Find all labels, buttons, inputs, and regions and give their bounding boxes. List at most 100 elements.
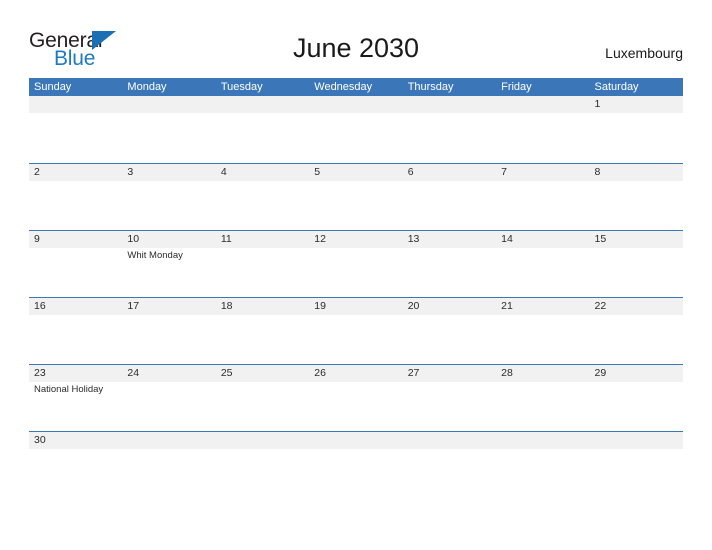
day-cell[interactable] bbox=[216, 96, 309, 162]
day-cell[interactable] bbox=[403, 432, 496, 498]
day-cell[interactable] bbox=[403, 96, 496, 162]
day-cell[interactable]: 2 bbox=[29, 164, 122, 230]
day-number: 16 bbox=[34, 300, 46, 312]
day-event bbox=[501, 181, 589, 182]
day-cell[interactable]: 3 bbox=[122, 164, 215, 230]
day-header-friday: Friday bbox=[501, 81, 532, 93]
day-event bbox=[408, 96, 496, 97]
day-cell[interactable]: 13 bbox=[403, 231, 496, 297]
day-cell[interactable]: 14 bbox=[496, 231, 589, 297]
day-cell[interactable]: 23 National Holiday bbox=[29, 365, 122, 431]
day-cell[interactable]: 8 bbox=[590, 164, 683, 230]
day-event bbox=[221, 181, 309, 182]
day-event bbox=[127, 96, 215, 97]
day-cell[interactable]: 22 bbox=[590, 298, 683, 364]
day-event bbox=[127, 432, 215, 433]
day-cell[interactable] bbox=[309, 96, 402, 162]
day-event bbox=[501, 96, 589, 97]
day-number: 2 bbox=[34, 166, 40, 178]
day-cell[interactable]: 7 bbox=[496, 164, 589, 230]
day-cell[interactable]: 20 bbox=[403, 298, 496, 364]
day-cell[interactable]: 16 bbox=[29, 298, 122, 364]
page-header: General Blue June 2030 Luxembourg bbox=[0, 0, 712, 78]
day-cell[interactable]: 1 bbox=[590, 96, 683, 162]
day-cell[interactable] bbox=[590, 432, 683, 498]
day-cell[interactable] bbox=[216, 432, 309, 498]
day-number: 15 bbox=[594, 233, 607, 245]
day-number: 10 bbox=[127, 233, 140, 245]
day-cell[interactable]: 24 bbox=[122, 365, 215, 431]
day-event bbox=[34, 449, 122, 450]
day-cell[interactable]: 29 bbox=[590, 365, 683, 431]
day-cell[interactable] bbox=[122, 96, 215, 162]
day-cell[interactable]: 26 bbox=[309, 365, 402, 431]
day-cell[interactable]: 28 bbox=[496, 365, 589, 431]
day-number: 19 bbox=[314, 300, 326, 312]
day-number: 24 bbox=[127, 367, 140, 379]
day-cell[interactable] bbox=[309, 432, 402, 498]
day-cell[interactable] bbox=[496, 432, 589, 498]
location-label: Luxembourg bbox=[605, 45, 683, 61]
day-event bbox=[501, 248, 589, 249]
day-cell[interactable]: 12 bbox=[309, 231, 402, 297]
day-header-tuesday: Tuesday bbox=[220, 81, 263, 93]
day-event bbox=[221, 432, 309, 433]
day-cell[interactable] bbox=[29, 96, 122, 162]
day-event bbox=[501, 315, 589, 316]
day-cell[interactable]: 9 bbox=[29, 231, 122, 297]
day-number: 6 bbox=[407, 166, 414, 178]
day-event bbox=[595, 181, 683, 182]
day-event bbox=[34, 181, 122, 182]
day-event bbox=[595, 248, 683, 249]
day-event bbox=[408, 248, 496, 249]
day-number: 27 bbox=[407, 367, 420, 379]
day-header-wednesday: Wednesday bbox=[314, 81, 373, 93]
day-cell[interactable]: 27 bbox=[403, 365, 496, 431]
day-header-monday: Monday bbox=[127, 81, 167, 93]
day-cell[interactable]: 11 bbox=[216, 231, 309, 297]
day-number: 9 bbox=[34, 233, 40, 245]
day-number: 21 bbox=[501, 300, 513, 312]
week-row: 2 3 4 5 6 7 8 bbox=[29, 163, 683, 230]
day-event bbox=[127, 382, 215, 383]
day-event bbox=[408, 432, 496, 433]
day-cell[interactable]: 30 bbox=[29, 432, 122, 498]
day-event bbox=[408, 181, 496, 182]
day-cell[interactable] bbox=[122, 432, 215, 498]
day-event bbox=[314, 96, 402, 97]
day-cell[interactable]: 10 Whit Monday bbox=[122, 231, 215, 297]
day-number: 5 bbox=[314, 166, 321, 178]
day-number: 25 bbox=[220, 367, 233, 379]
day-number: 22 bbox=[594, 300, 607, 312]
day-cell[interactable]: 17 bbox=[122, 298, 215, 364]
day-event bbox=[34, 248, 122, 249]
day-event bbox=[221, 382, 309, 383]
day-cell[interactable]: 4 bbox=[216, 164, 309, 230]
day-cell[interactable]: 25 bbox=[216, 365, 309, 431]
day-cell[interactable]: 21 bbox=[496, 298, 589, 364]
day-event bbox=[221, 248, 309, 249]
day-number: 7 bbox=[501, 166, 507, 178]
day-number: 26 bbox=[314, 367, 326, 379]
day-number: 18 bbox=[220, 300, 233, 312]
day-event bbox=[314, 382, 402, 383]
day-cell[interactable]: 18 bbox=[216, 298, 309, 364]
day-header-thursday: Thursday bbox=[407, 81, 454, 93]
calendar-grid: Sunday Monday Tuesday Wednesday Thursday… bbox=[29, 78, 683, 498]
week-row: 16 17 18 19 20 21 22 bbox=[29, 297, 683, 364]
day-cell[interactable]: 5 bbox=[309, 164, 402, 230]
day-event bbox=[127, 315, 215, 316]
day-event bbox=[595, 113, 683, 114]
day-cell[interactable]: 6 bbox=[403, 164, 496, 230]
day-event bbox=[595, 315, 683, 316]
day-cell[interactable]: 15 bbox=[590, 231, 683, 297]
day-event bbox=[221, 96, 309, 97]
day-event bbox=[314, 181, 402, 182]
day-number: 13 bbox=[407, 233, 420, 245]
day-cell[interactable]: 19 bbox=[309, 298, 402, 364]
day-event bbox=[408, 315, 496, 316]
day-number: 3 bbox=[127, 166, 134, 178]
week-row: 1 bbox=[29, 96, 683, 163]
day-cell[interactable] bbox=[496, 96, 589, 162]
day-number: 17 bbox=[127, 300, 140, 312]
